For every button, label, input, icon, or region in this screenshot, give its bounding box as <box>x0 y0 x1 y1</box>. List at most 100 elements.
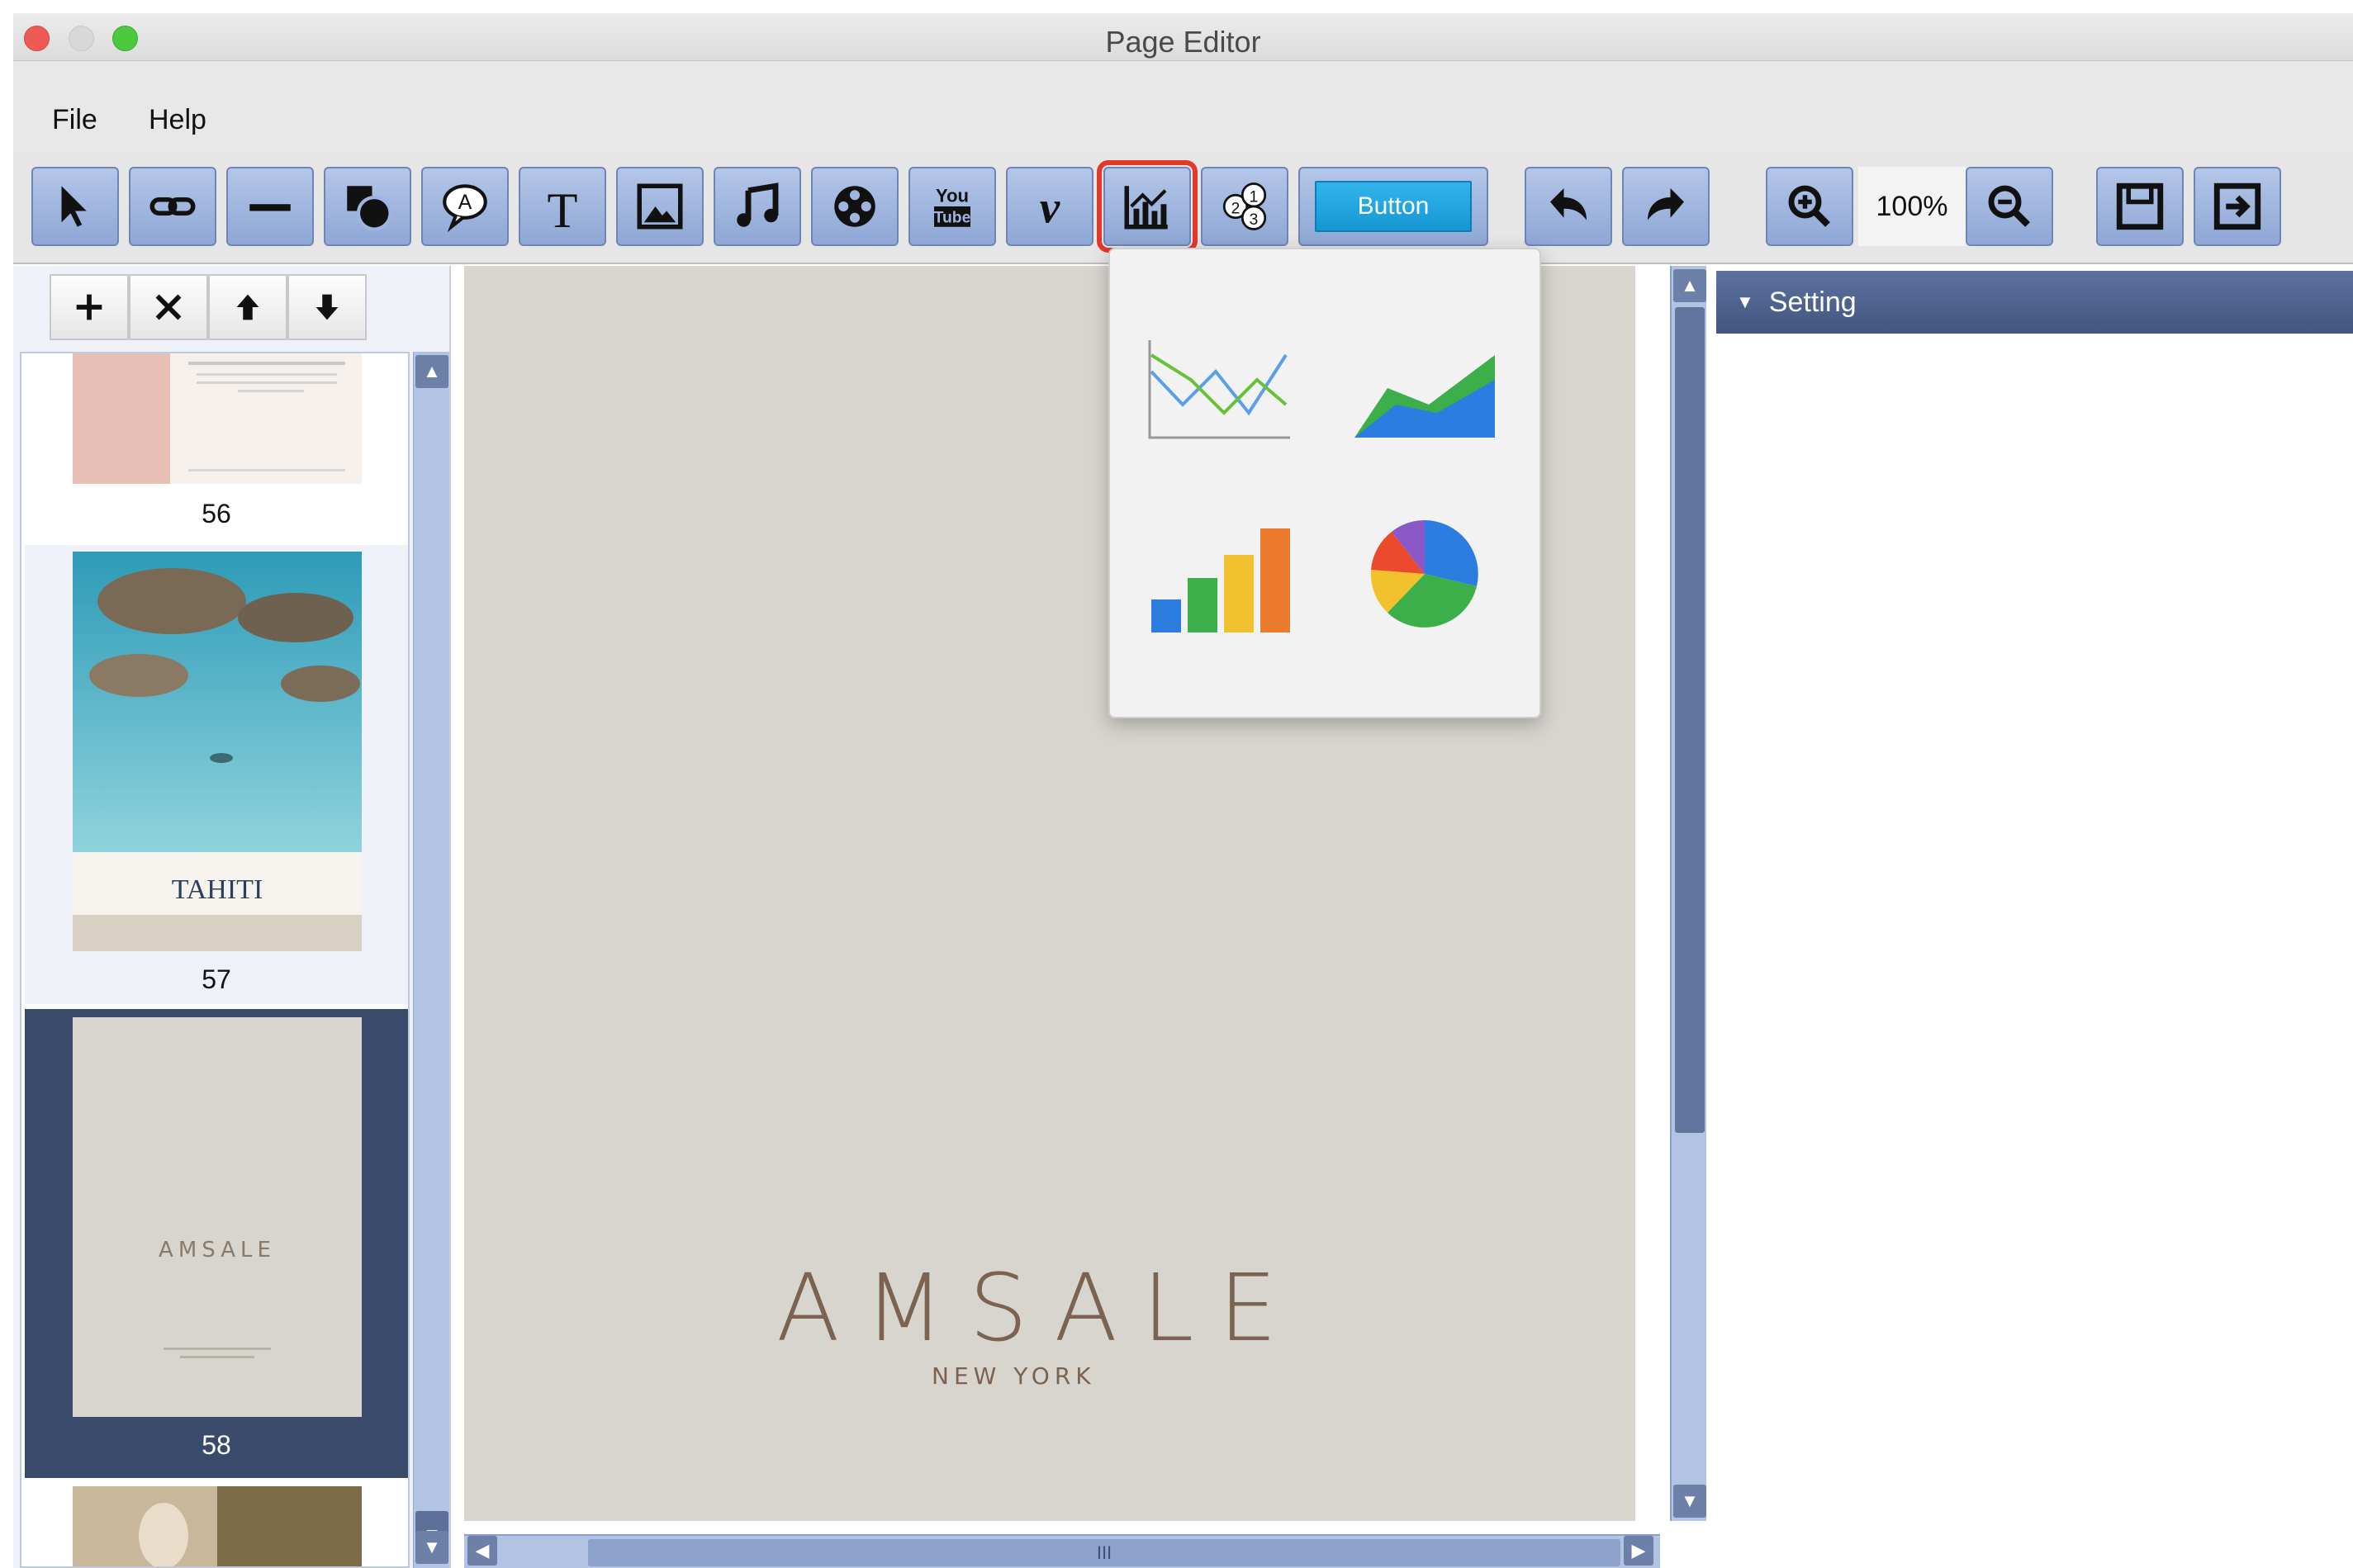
text-icon: T <box>548 183 578 234</box>
area-chart-option[interactable] <box>1346 322 1503 446</box>
page-thumbnail[interactable]: TAHITI 57 <box>25 545 408 1004</box>
thumbnail-scrollbar[interactable]: ▲ ≡ ▼ <box>413 352 449 1568</box>
zoom-level: 100% <box>1858 167 1966 246</box>
export-button[interactable] <box>2194 167 2281 246</box>
chart-icon <box>1124 186 1168 230</box>
cursor-icon <box>61 186 87 227</box>
bar-chart-icon <box>1151 528 1290 632</box>
page-thumbnail[interactable]: 56 <box>25 353 408 540</box>
scroll-thumb[interactable]: III <box>588 1539 1620 1566</box>
undo-button[interactable] <box>1525 167 1612 246</box>
page-59-preview <box>73 1486 362 1566</box>
delete-page-button[interactable] <box>129 274 208 340</box>
shapes-icon <box>347 186 392 231</box>
svg-text:v: v <box>1040 182 1060 232</box>
title-bar: Page Editor <box>13 13 2353 61</box>
link-tool-button[interactable] <box>129 167 216 246</box>
undo-icon <box>1550 188 1587 220</box>
youtube-tool-button[interactable]: You Tube <box>908 167 996 246</box>
pie-chart-option[interactable] <box>1346 512 1503 636</box>
settings-panel: ▼ Setting <box>1716 266 2353 1568</box>
zoom-out-button[interactable] <box>1966 167 2053 246</box>
page-thumbnail[interactable]: AMSALE 58 <box>25 1009 408 1478</box>
shape-tool-button[interactable] <box>324 167 411 246</box>
zoom-out-icon <box>1988 185 2030 227</box>
setting-section-header[interactable]: ▼ Setting <box>1716 271 2353 334</box>
image-icon <box>637 183 683 230</box>
scroll-up-arrow[interactable]: ▲ <box>1673 269 1706 302</box>
svg-text:1: 1 <box>1250 189 1259 206</box>
vimeo-tool-button[interactable]: v <box>1006 167 1093 246</box>
window-title: Page Editor <box>1105 25 1261 59</box>
page-thumbnail[interactable] <box>25 1483 408 1566</box>
numbered-circles-icon: 21 3 <box>1222 182 1267 230</box>
image-tool-button[interactable] <box>616 167 704 246</box>
move-page-up-button[interactable] <box>208 274 287 340</box>
scroll-down-arrow[interactable]: ▼ <box>1673 1485 1706 1518</box>
scroll-left-arrow[interactable]: ◀ <box>467 1536 497 1566</box>
button-widget-label: Button <box>1315 181 1472 232</box>
line-chart-option[interactable] <box>1141 322 1298 446</box>
export-icon <box>2213 182 2261 230</box>
vimeo-icon: v <box>1040 182 1060 232</box>
arrow-down-icon <box>315 294 339 320</box>
speech-bubble-icon: A <box>443 184 487 233</box>
brand-logo-text[interactable]: AMSALE <box>776 1255 1302 1362</box>
scroll-thumb[interactable] <box>1675 307 1705 1133</box>
page-number: 57 <box>202 964 231 994</box>
svg-text:A: A <box>458 192 472 214</box>
close-icon <box>155 294 182 320</box>
line-tool-button[interactable] <box>226 167 314 246</box>
svg-text:3: 3 <box>1250 211 1259 229</box>
add-page-button[interactable] <box>50 274 129 340</box>
audio-tool-button[interactable] <box>714 167 801 246</box>
link-icon <box>149 197 196 216</box>
menu-file[interactable]: File <box>52 104 97 136</box>
svg-text:T: T <box>548 183 578 234</box>
redo-icon <box>1648 188 1684 220</box>
canvas-vertical-scrollbar[interactable]: ▲ ▼ <box>1670 266 1706 1521</box>
svg-text:2: 2 <box>1231 200 1241 217</box>
menu-help[interactable]: Help <box>149 104 206 136</box>
zoom-in-button[interactable] <box>1766 167 1853 246</box>
page-number: 56 <box>202 499 231 528</box>
chart-tool-button[interactable] <box>1097 160 1198 253</box>
page-tools <box>50 274 367 340</box>
plus-icon <box>76 294 102 320</box>
menu-bar: File Help <box>13 61 2353 152</box>
callout-tool-button[interactable]: A <box>421 167 509 246</box>
brand-subtitle[interactable]: NEW YORK <box>932 1362 1096 1390</box>
pie-chart-icon <box>1370 520 1478 628</box>
line-chart-icon <box>1148 340 1290 439</box>
scroll-right-arrow[interactable]: ▶ <box>1624 1536 1653 1566</box>
page-57-preview: TAHITI <box>73 552 362 951</box>
save-button[interactable] <box>2096 167 2184 246</box>
area-chart-icon <box>1354 355 1495 438</box>
svg-text:Tube: Tube <box>934 209 971 226</box>
line-icon <box>249 204 291 211</box>
bar-chart-option[interactable] <box>1141 512 1298 636</box>
triangle-down-icon: ▼ <box>1736 291 1754 312</box>
pages-panel: 56 TAHITI 57 AMSALE 58 ▲ ▼ <box>13 266 451 1568</box>
scroll-up-arrow[interactable]: ▲ <box>415 355 448 388</box>
canvas-horizontal-scrollbar[interactable]: ◀ III ▶ <box>464 1534 1660 1568</box>
move-page-down-button[interactable] <box>287 274 367 340</box>
save-icon <box>2116 182 2164 230</box>
numbered-list-tool-button[interactable]: 21 3 <box>1201 167 1288 246</box>
button-widget-tool-button[interactable]: Button <box>1298 167 1488 246</box>
select-tool-button[interactable] <box>31 167 119 246</box>
scroll-down-arrow[interactable]: ▼ <box>415 1531 448 1564</box>
svg-text:AMSALE: AMSALE <box>159 1238 276 1262</box>
chart-type-popup <box>1108 248 1541 718</box>
arrow-up-icon <box>236 294 259 320</box>
page-number: 58 <box>202 1430 231 1460</box>
youtube-icon: You Tube <box>934 186 971 227</box>
text-tool-button[interactable]: T <box>519 167 606 246</box>
redo-button[interactable] <box>1622 167 1710 246</box>
page-thumbnail-list: 56 TAHITI 57 AMSALE 58 <box>20 352 410 1568</box>
page-58-preview: AMSALE <box>73 1017 362 1417</box>
film-reel-icon <box>834 186 875 227</box>
setting-title: Setting <box>1768 286 1857 318</box>
video-tool-button[interactable] <box>811 167 899 246</box>
zoom-in-icon <box>1788 185 1830 227</box>
